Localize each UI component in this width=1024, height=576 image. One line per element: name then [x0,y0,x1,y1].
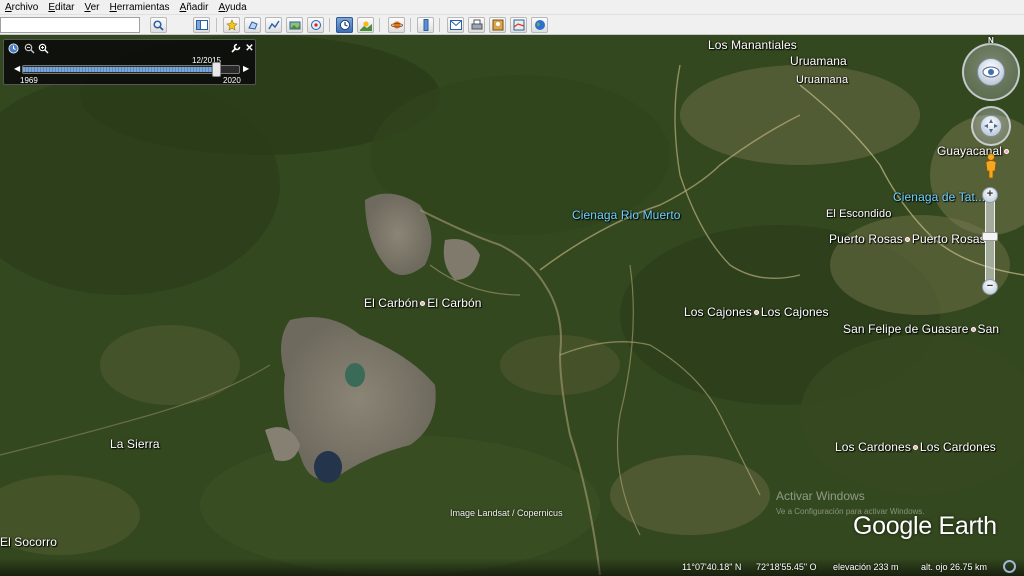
logo-google: Google [853,512,932,540]
menu-ayuda[interactable]: Ayuda [213,0,251,15]
menu-bar: Archivo Editar Ver Herramientas Añadir A… [0,0,1024,15]
image-overlay-button[interactable] [286,17,303,33]
status-latitude: 11°07'40.18" N [682,562,742,572]
place-marker-icon [753,310,759,315]
search-button[interactable] [150,17,167,33]
status-longitude: 72°18'55.45" O [756,562,817,572]
place-label[interactable]: Uruamana [790,54,847,68]
clock-icon[interactable] [8,43,19,54]
place-label[interactable]: El Carbón El Carbón [364,296,482,310]
ruler-icon [423,19,428,31]
planets-button[interactable] [388,17,405,33]
menu-archivo[interactable]: Archivo [0,0,43,15]
image-overlay-icon [289,21,300,30]
sidebar-icon [195,20,208,30]
look-control[interactable]: N [962,36,1020,101]
place-label[interactable]: La Sierra [110,437,160,451]
print-icon [471,19,482,30]
zoom-out-button[interactable]: − [982,279,998,295]
search-input[interactable] [0,17,140,33]
planets-icon [390,21,403,29]
tour-button[interactable] [307,17,324,33]
status-elevation: elevación 233 m [833,562,899,572]
email-icon [449,20,462,30]
menu-ver[interactable]: Ver [79,0,104,15]
sidebar-button[interactable] [193,17,210,33]
eye-icon[interactable] [977,58,1005,86]
time-start-year: 1969 [20,76,38,85]
path-icon [267,20,280,30]
save-image-button[interactable] [489,17,506,33]
time-slider-thumb[interactable] [212,62,221,77]
placemark-button[interactable] [223,17,240,33]
path-button[interactable] [265,17,282,33]
menu-anadir[interactable]: Añadir [175,0,214,15]
place-label[interactable]: El Socorro [0,535,57,549]
activation-watermark-title: Activar Windows [776,489,865,503]
place-marker-icon [420,301,426,306]
sunlight-button[interactable] [357,17,374,33]
menu-editar[interactable]: Editar [43,0,79,15]
time-forward-button[interactable]: ▶ [243,64,249,73]
place-label[interactable]: Puerto Rosas Puerto Rosas [829,232,986,246]
polygon-icon [247,21,258,30]
streaming-indicator-icon [1003,560,1016,573]
menu-herramientas[interactable]: Herramientas [105,0,175,15]
logo-earth: Earth [938,512,997,540]
print-button[interactable] [468,17,485,33]
historical-imagery-icon [339,19,350,31]
time-end-year: 2020 [223,76,241,85]
email-button[interactable] [447,17,464,33]
place-label[interactable]: Cienaga Rio Muerto [572,208,681,222]
ruler-button[interactable] [417,17,434,33]
zoom-slider-thumb[interactable] [982,232,998,241]
maps-button[interactable] [510,17,527,33]
maps-icon [513,19,524,31]
north-indicator[interactable]: N [988,36,994,45]
search-icon [153,19,164,31]
sunlight-icon [359,21,372,31]
place-label[interactable]: Los Cardones Los Cardones [835,440,996,454]
imagery-credit: Image Landsat / Copernicus [450,508,563,518]
zoom-slider-track[interactable] [985,195,995,287]
place-label[interactable]: Uruamana [796,74,848,86]
time-slider-fill [23,67,217,72]
time-slider-track[interactable] [22,62,240,77]
close-icon[interactable]: ✕ [244,43,255,54]
time-back-button[interactable]: ◀ [14,64,20,73]
place-label[interactable]: Cienaga de Tat... [893,190,985,204]
place-label[interactable]: Los Manantiales [708,38,797,52]
polygon-button[interactable] [244,17,261,33]
placemark-icon [225,19,238,31]
place-marker-icon [912,445,918,450]
place-label[interactable]: San Felipe de Guasare San [843,322,999,336]
place-label[interactable]: Guayacanal [937,144,1011,158]
place-label[interactable]: El Escondido [826,208,891,220]
pegman-icon[interactable] [984,153,998,179]
place-marker-icon [970,327,976,332]
zoom-out-time-icon[interactable] [24,43,35,54]
move-control[interactable] [971,106,1011,146]
map-view[interactable]: Los Manantiales Uruamana Uruamana Guayac… [0,35,1024,576]
earth-view-button[interactable] [531,17,548,33]
place-marker-icon [904,237,910,242]
status-eye-altitude: alt. ojo 26.75 km [921,562,988,572]
toolbar [0,15,1024,35]
historical-imagery-panel: ✕ 12/2015 ◀ ▶ 1969 2020 [3,39,256,85]
place-marker-icon [1004,149,1010,154]
google-earth-logo: Google Earth [853,512,997,541]
save-image-icon [492,19,503,31]
tour-icon [310,20,321,30]
hand-icon[interactable] [980,115,1002,137]
satellite-imagery [0,35,1024,576]
wrench-icon[interactable] [230,43,241,54]
place-label[interactable]: Los Cajones Los Cajones [684,305,829,319]
historical-imagery-button[interactable] [336,17,353,33]
zoom-in-time-icon[interactable] [38,43,49,54]
zoom-in-button[interactable]: + [982,187,998,203]
globe-icon [534,20,545,30]
